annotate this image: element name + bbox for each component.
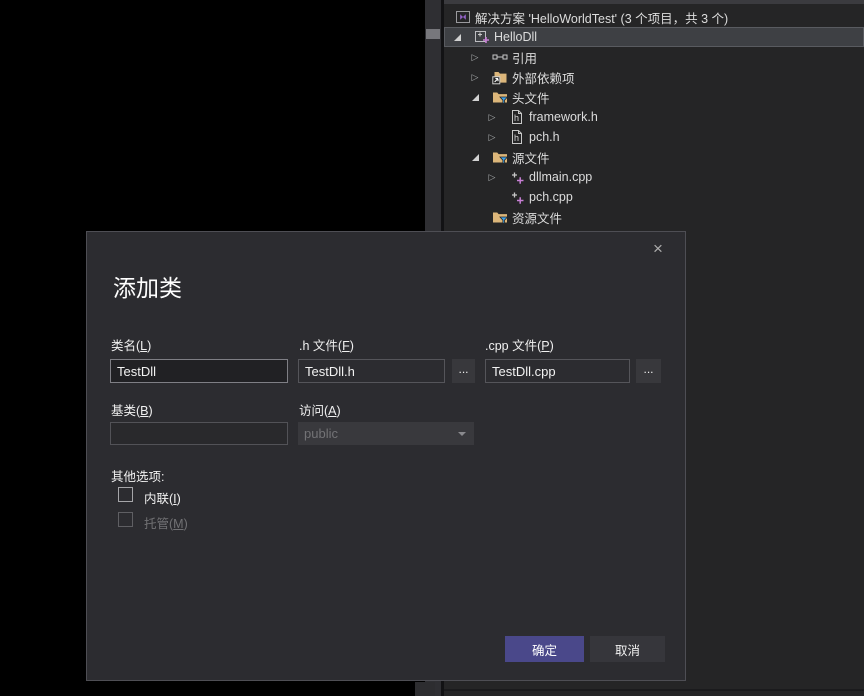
chevron-collapsed-icon[interactable]: ▷ [485, 130, 499, 144]
tree-item-label: 资源文件 [512, 208, 562, 227]
chevron-collapsed-icon[interactable]: ▷ [468, 50, 482, 64]
tree-item-label: framework.h [529, 110, 598, 124]
managed-checkbox-label: 托管(M) [144, 513, 188, 532]
chevron-placeholder [468, 210, 482, 224]
references-icon [492, 49, 508, 65]
chevron-expanded-icon[interactable] [468, 90, 482, 104]
tree-item-label: pch.cpp [529, 190, 573, 204]
tree-item-pch-cpp[interactable]: pch.cpp [444, 187, 864, 207]
access-dropdown[interactable]: public [298, 422, 474, 445]
inline-checkbox-label[interactable]: 内联(I) [144, 488, 181, 507]
cpp-file-icon [509, 189, 525, 205]
tree-item-references[interactable]: ▷ 引用 [444, 47, 864, 67]
tree-item-hellodll-project[interactable]: HelloDll [444, 27, 864, 47]
tree-item-label: 解决方案 'HelloWorldTest' (3 个项目，共 3 个) [475, 8, 728, 27]
tree-item-label: 头文件 [512, 88, 550, 107]
cpp-file-input[interactable] [485, 359, 630, 383]
svg-text:h: h [514, 133, 519, 143]
cpp-project-icon [474, 29, 490, 45]
tree-item-label: HelloDll [494, 30, 537, 44]
header-file-icon: h [509, 129, 525, 145]
folder-filter-icon [492, 89, 508, 105]
solution-icon [455, 9, 471, 25]
dialog-title: 添加类 [113, 269, 182, 303]
h-file-browse-button[interactable]: ... [452, 359, 475, 383]
tree-item-label: dllmain.cpp [529, 170, 592, 184]
tree-item-external-dependencies[interactable]: ▷ 外部依赖项 [444, 67, 864, 87]
class-name-label: 类名(L) [111, 335, 151, 354]
h-file-label: .h 文件(F) [299, 335, 354, 354]
access-dropdown-value: public [304, 426, 338, 441]
tree-item-framework-h[interactable]: ▷ h framework.h [444, 107, 864, 127]
cpp-file-browse-button[interactable]: ... [636, 359, 661, 383]
cpp-file-label: .cpp 文件(P) [485, 335, 554, 354]
scrollbar-corner [415, 682, 435, 696]
folder-filter-icon [492, 209, 508, 225]
add-class-dialog: × 添加类 类名(L) .h 文件(F) .cpp 文件(P) ... ... … [86, 231, 686, 681]
solution-tree: 解决方案 'HelloWorldTest' (3 个项目，共 3 个) Hell… [444, 7, 864, 227]
chevron-expanded-icon[interactable] [450, 30, 464, 44]
tree-item-label: 外部依赖项 [512, 68, 575, 87]
tree-item-source-files[interactable]: 源文件 [444, 147, 864, 167]
h-file-input[interactable] [298, 359, 445, 383]
folder-filter-icon [492, 149, 508, 165]
chevron-collapsed-icon[interactable]: ▷ [468, 70, 482, 84]
toolbar-bottom-edge [444, 0, 864, 4]
close-button[interactable]: × [645, 237, 671, 261]
access-label: 访问(A) [299, 400, 341, 419]
inline-checkbox[interactable] [118, 487, 133, 502]
scrollbar-thumb[interactable] [426, 29, 440, 39]
other-options-label: 其他选项: [111, 466, 164, 485]
cpp-file-icon [509, 169, 525, 185]
external-dependencies-icon [492, 69, 508, 85]
tree-item-pch-h[interactable]: ▷ h pch.h [444, 127, 864, 147]
chevron-collapsed-icon[interactable]: ▷ [485, 110, 499, 124]
managed-checkbox [118, 512, 133, 527]
svg-text:h: h [514, 113, 519, 123]
base-class-input[interactable] [110, 422, 288, 445]
class-name-input[interactable] [110, 359, 288, 383]
chevron-collapsed-icon[interactable]: ▷ [485, 170, 499, 184]
tree-item-label: 引用 [512, 48, 537, 67]
tree-item-header-files[interactable]: 头文件 [444, 87, 864, 107]
cancel-button[interactable]: 取消 [590, 636, 665, 662]
tree-item-label: 源文件 [512, 148, 550, 167]
tree-item-label: pch.h [529, 130, 560, 144]
panel-bottom-edge [444, 689, 864, 691]
tree-item-dllmain-cpp[interactable]: ▷ dllmain.cpp [444, 167, 864, 187]
ok-button[interactable]: 确定 [505, 636, 584, 662]
tree-item-solution[interactable]: 解决方案 'HelloWorldTest' (3 个项目，共 3 个) [444, 7, 864, 27]
dropdown-arrow-icon [458, 432, 466, 436]
header-file-icon: h [509, 109, 525, 125]
tree-item-resource-files[interactable]: 资源文件 [444, 207, 864, 227]
base-class-label: 基类(B) [111, 400, 153, 419]
close-icon: × [653, 239, 663, 259]
chevron-expanded-icon[interactable] [468, 150, 482, 164]
chevron-placeholder [485, 190, 499, 204]
